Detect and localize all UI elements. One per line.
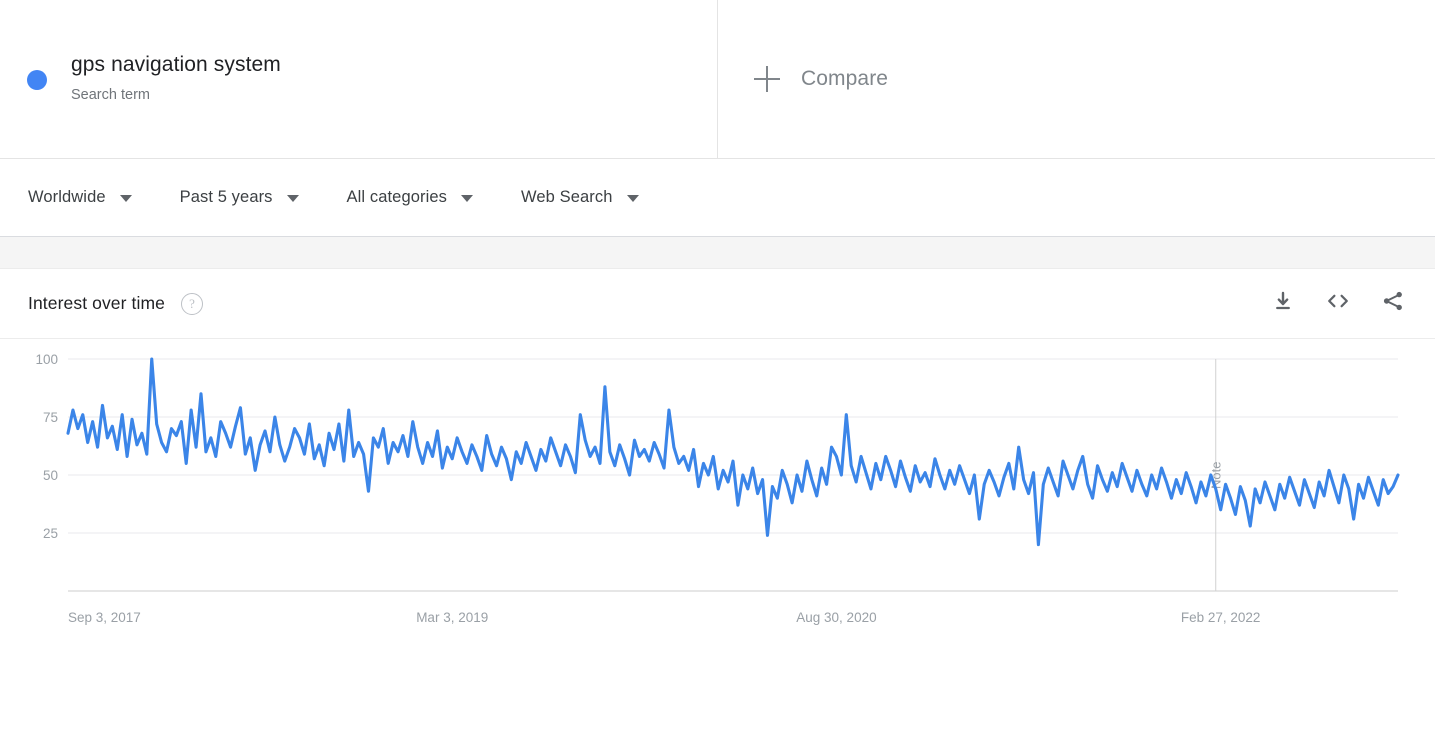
embed-code-icon[interactable] bbox=[1325, 289, 1351, 318]
compare-button[interactable]: Compare bbox=[718, 0, 1435, 158]
x-axis-tick-label: Aug 30, 2020 bbox=[796, 610, 876, 625]
card-actions bbox=[1271, 289, 1405, 318]
interest-over-time-chart: 100 75 50 25 Note Sep 3, 2017 Mar 3, 2019 Aug… bbox=[0, 339, 1435, 639]
chevron-down-icon bbox=[461, 195, 473, 202]
series-color-dot bbox=[27, 70, 47, 90]
filter-time-range[interactable]: Past 5 years bbox=[180, 188, 299, 207]
compare-label: Compare bbox=[801, 67, 889, 90]
section-divider-band bbox=[0, 237, 1435, 269]
search-term-card[interactable]: gps navigation system Search term bbox=[0, 0, 718, 158]
y-axis-tick-label: 50 bbox=[43, 468, 58, 483]
filter-location[interactable]: Worldwide bbox=[28, 188, 132, 207]
x-axis-tick-label: Feb 27, 2022 bbox=[1181, 610, 1261, 625]
share-icon[interactable] bbox=[1381, 289, 1405, 318]
trend-line-chart[interactable]: 100755025 Note Sep 3, 2017 Mar 3, 2019 Aug… bbox=[0, 339, 1435, 639]
chevron-down-icon bbox=[119, 195, 132, 202]
filter-search-type[interactable]: Web Search bbox=[521, 188, 639, 207]
y-axis-tick-label: 25 bbox=[43, 526, 58, 541]
card-header: Interest over time ? bbox=[0, 269, 1435, 339]
trend-line-path bbox=[66, 357, 1400, 547]
filter-time-range-label: Past 5 years bbox=[179, 188, 273, 206]
plus-icon bbox=[754, 66, 780, 92]
search-term-type: Search term bbox=[71, 87, 150, 103]
download-icon[interactable] bbox=[1271, 289, 1295, 318]
chevron-down-icon bbox=[286, 195, 299, 202]
filter-category-label: All categories bbox=[346, 188, 447, 206]
search-term-title: gps navigation system bbox=[71, 53, 281, 76]
interest-over-time-card: Interest over time ? 100 75 50 25 Note S… bbox=[0, 269, 1435, 639]
search-term-texts: gps navigation system Search term bbox=[71, 52, 281, 106]
filter-category[interactable]: All categories bbox=[347, 188, 473, 207]
filter-bar: Worldwide Past 5 years All categories We… bbox=[0, 159, 1435, 237]
chart-y-axis-labels: 100 75 50 25 bbox=[35, 352, 58, 541]
search-term-strip: gps navigation system Search term Compar… bbox=[0, 0, 1435, 159]
filter-location-label: Worldwide bbox=[28, 188, 106, 206]
y-axis-tick-label: 100 bbox=[35, 352, 58, 367]
y-axis-tick-label: 75 bbox=[43, 410, 58, 425]
chevron-down-icon bbox=[626, 195, 639, 202]
help-circle-icon[interactable]: ? bbox=[181, 292, 203, 315]
x-axis-tick-label: Mar 3, 2019 bbox=[416, 610, 488, 625]
page-title: Interest over time bbox=[28, 293, 165, 313]
chart-x-axis-labels: Sep 3, 2017 Mar 3, 2019 Aug 30, 2020 Feb 27… bbox=[68, 610, 1260, 625]
x-axis-tick-label: Sep 3, 2017 bbox=[68, 610, 141, 625]
filter-search-type-label: Web Search bbox=[521, 188, 613, 206]
